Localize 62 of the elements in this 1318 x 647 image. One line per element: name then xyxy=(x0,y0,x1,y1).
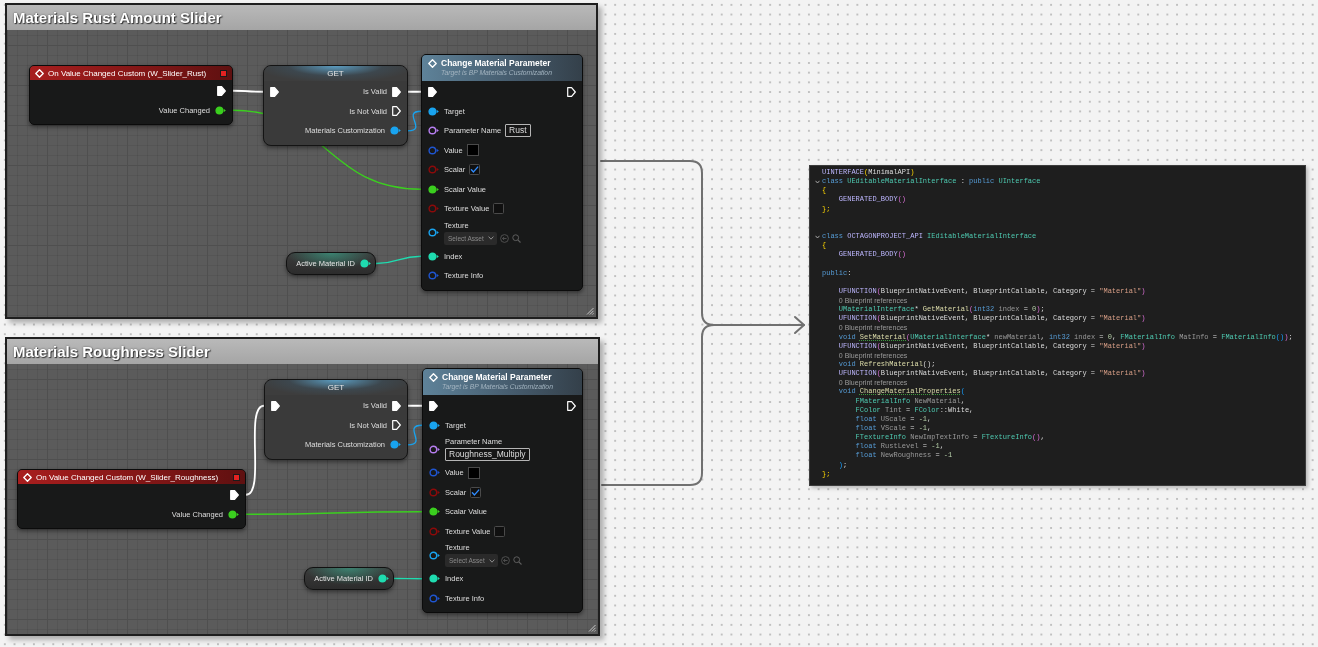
exec-pin-icon[interactable] xyxy=(217,85,226,96)
pin-icon[interactable] xyxy=(429,574,440,584)
exec-pin-icon[interactable] xyxy=(392,86,401,97)
caret-icon xyxy=(487,236,494,240)
exec-pin-icon[interactable] xyxy=(392,420,401,431)
resize-grip-icon[interactable] xyxy=(586,307,594,315)
exec-wire xyxy=(232,89,264,93)
pin-icon[interactable] xyxy=(428,106,439,116)
text-field[interactable]: Rust xyxy=(505,124,531,138)
diamond-icon xyxy=(35,68,44,78)
pin-icon[interactable] xyxy=(215,105,226,115)
diamond-icon xyxy=(428,59,437,68)
exec-wire xyxy=(407,90,422,93)
data-wire xyxy=(393,577,423,580)
resize-grip-icon[interactable] xyxy=(588,624,596,632)
chevron-down-icon[interactable] xyxy=(814,179,820,184)
pin-icon[interactable] xyxy=(390,126,401,136)
pin-icon[interactable] xyxy=(228,509,239,519)
exec-pin-icon[interactable] xyxy=(271,400,280,411)
pin-icon[interactable] xyxy=(428,251,439,261)
checkbox[interactable] xyxy=(469,164,481,176)
pin-icon[interactable] xyxy=(429,444,440,454)
data-wire xyxy=(407,424,423,446)
comment-title: Materials Roughness Slider xyxy=(7,339,598,364)
node-title: On Value Changed Custom (W_Slider_Roughness) xyxy=(36,472,220,482)
square-icon xyxy=(220,69,227,77)
square-icon xyxy=(233,473,240,481)
comment-title: Materials Rust Amount Slider xyxy=(7,5,596,30)
exec-pin-icon[interactable] xyxy=(270,86,279,97)
diamond-icon xyxy=(23,472,32,482)
data-wire xyxy=(375,255,422,265)
exec-pin-icon[interactable] xyxy=(230,489,239,500)
chevron-down-icon[interactable] xyxy=(814,234,820,239)
checkbox[interactable] xyxy=(494,525,506,537)
node-title: Change Material Parameter xyxy=(441,58,552,68)
pin-icon[interactable] xyxy=(390,440,401,450)
pin-icon[interactable] xyxy=(360,259,371,268)
pin-icon[interactable] xyxy=(428,228,439,237)
exec-pin-icon[interactable] xyxy=(392,400,401,411)
exec-wire xyxy=(407,404,423,407)
node-title: Change Material Parameter xyxy=(442,372,553,382)
pin-icon[interactable] xyxy=(428,126,439,136)
pin-icon[interactable] xyxy=(428,184,439,194)
checkbox[interactable] xyxy=(493,203,505,215)
exec-pin-icon[interactable] xyxy=(567,400,576,411)
checkbox[interactable] xyxy=(470,486,482,498)
pin-icon[interactable] xyxy=(429,507,440,517)
node-title: On Value Changed Custom (W_Slider_Rust) xyxy=(48,68,208,78)
exec-pin-icon[interactable] xyxy=(392,106,401,117)
exec-pin-icon[interactable] xyxy=(567,86,576,97)
pin-icon[interactable] xyxy=(429,420,440,430)
diamond-icon xyxy=(429,373,438,382)
node-header: GET xyxy=(264,66,407,81)
pin-icon[interactable] xyxy=(378,574,389,583)
exec-pin-icon[interactable] xyxy=(429,400,438,411)
color-swatch[interactable] xyxy=(467,466,480,479)
pin-icon[interactable] xyxy=(429,550,440,560)
caret-icon xyxy=(488,558,495,563)
text-field[interactable]: Roughness_Multiply xyxy=(445,448,530,461)
node-header: GET xyxy=(265,380,407,395)
exec-pin-icon[interactable] xyxy=(428,86,437,97)
color-swatch[interactable] xyxy=(466,144,479,157)
